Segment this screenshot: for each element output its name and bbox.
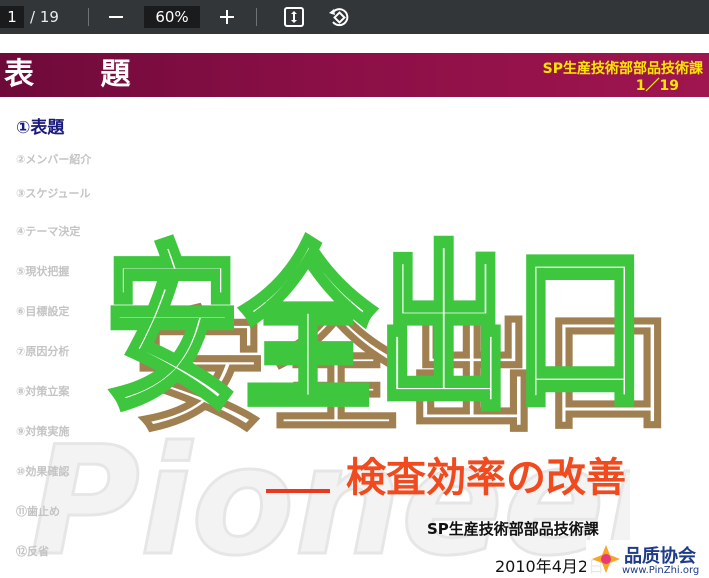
rotate-icon (329, 8, 349, 27)
agenda-item: ⑧対策立案 (16, 385, 70, 398)
agenda-item: ①表題 (16, 118, 65, 138)
zoom-input[interactable]: 60% (144, 6, 200, 28)
banner-title: 表 題 (4, 57, 159, 92)
agenda-item: ⑨対策実施 (16, 425, 70, 438)
agenda-item: ⑩効果確認 (16, 465, 70, 478)
subtitle-dash (266, 489, 330, 493)
zoom-out-button[interactable] (103, 4, 129, 30)
agenda-item: ⑦原因分析 (16, 345, 70, 358)
zoom-value: 60% (155, 8, 189, 26)
minus-icon (109, 16, 123, 18)
banner-department: SP生産技術部部品技術課 (542, 61, 703, 77)
main-title-art: 安全出口 安全出口 (103, 223, 675, 452)
agenda-item: ④テーマ決定 (16, 225, 81, 238)
toolbar-divider (256, 8, 257, 26)
pinzhi-logo-url: www.PinZhi.org (622, 565, 700, 576)
footer-department: SP生産技術部部品技術課 (427, 520, 599, 538)
pinzhi-logo-icon (592, 545, 620, 573)
fit-page-icon (284, 7, 304, 27)
slide-banner: 表 題 SP生産技術部部品技術課 1／19 (0, 53, 709, 97)
agenda-item: ⑫反省 (16, 545, 49, 558)
page-number-input[interactable]: 1 (0, 6, 24, 28)
main-title-text: 安全出口 (106, 226, 650, 434)
toolbar-divider (88, 8, 89, 26)
fit-page-button[interactable] (281, 4, 307, 30)
agenda-item: ⑪歯止め (16, 505, 60, 518)
slide-page: 表 題 SP生産技術部部品技術課 1／19 Pioneer ①表題 ②メンバー紹… (0, 53, 709, 578)
zoom-in-button[interactable] (214, 4, 240, 30)
page-total: / 19 (30, 8, 59, 26)
agenda-item: ③スケジュール (16, 187, 91, 200)
agenda-item: ⑤現状把握 (16, 265, 70, 278)
agenda-item: ⑥目標設定 (16, 305, 70, 318)
banner-page-number: 1／19 (635, 78, 679, 94)
slide-subtitle: 検査効率の改善 (346, 455, 626, 501)
pdf-toolbar: 1 / 19 60% (0, 0, 709, 34)
plus-icon (220, 10, 234, 24)
page-number-value: 1 (7, 8, 17, 26)
agenda-item: ②メンバー紹介 (16, 153, 92, 166)
rotate-button[interactable] (326, 4, 352, 30)
